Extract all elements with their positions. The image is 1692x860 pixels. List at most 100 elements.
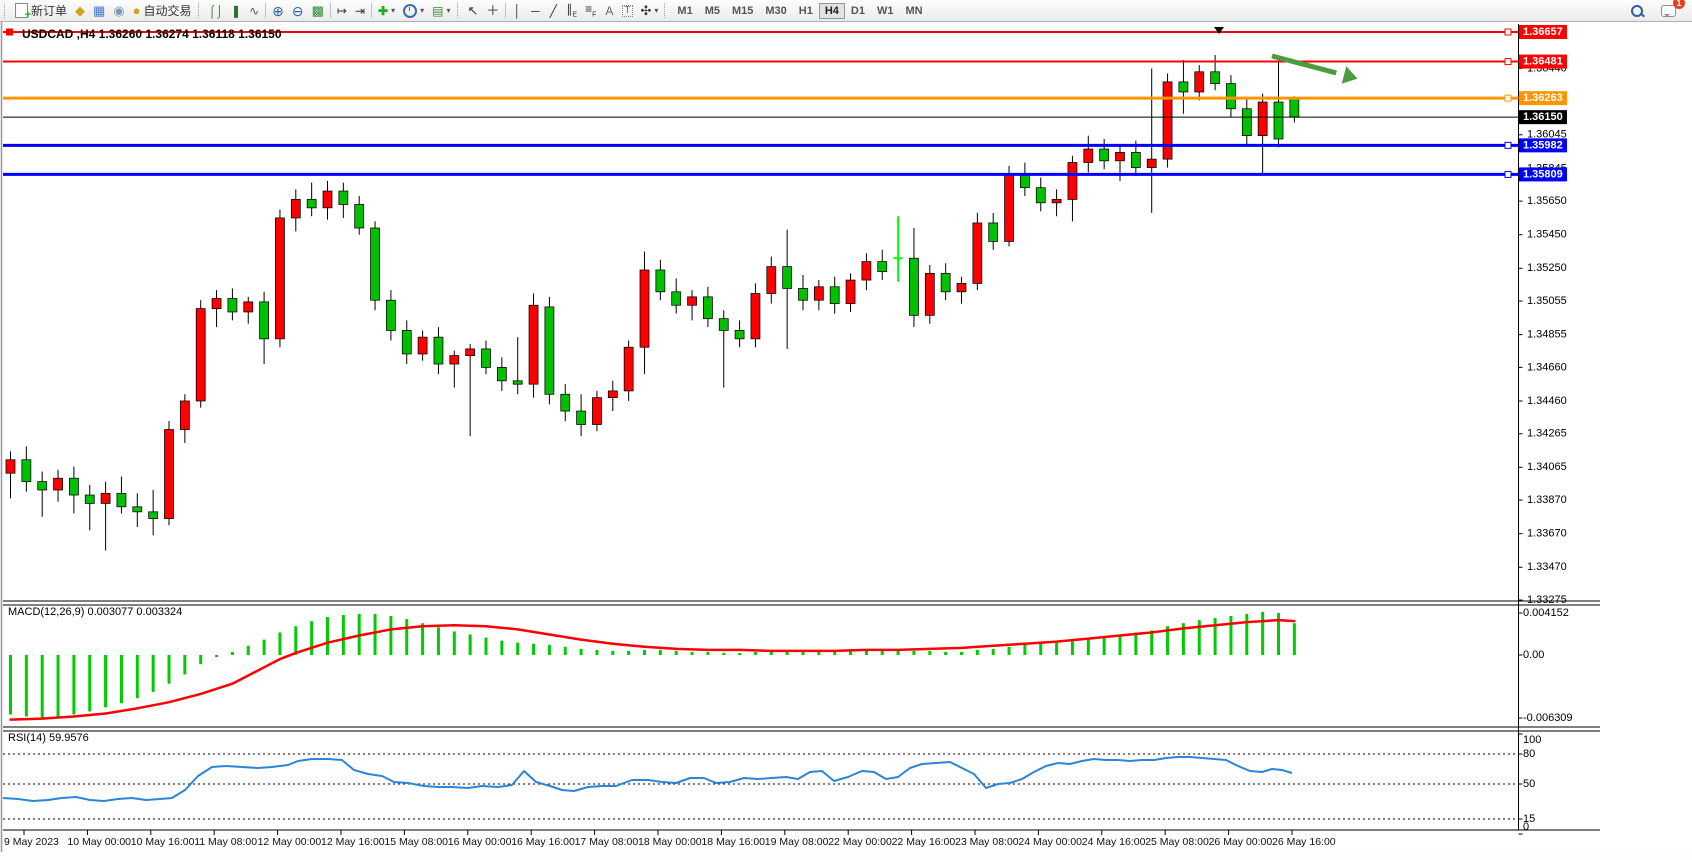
new-order-button[interactable]: + 新订单 bbox=[11, 1, 71, 20]
timeframe-m30-button[interactable]: M30 bbox=[759, 3, 792, 19]
line-handle[interactable] bbox=[1505, 29, 1511, 35]
candle-body bbox=[862, 262, 871, 280]
terminal-button[interactable]: ▦ bbox=[89, 1, 109, 20]
line-chart-mode-button[interactable]: ∿ bbox=[245, 1, 263, 20]
candle-body bbox=[656, 270, 665, 292]
vertical-line-tool-button[interactable]: │ bbox=[508, 1, 526, 20]
candle-body bbox=[1179, 82, 1188, 92]
price-axis-tick: 1.33275 bbox=[1527, 594, 1567, 606]
line-handle[interactable] bbox=[1505, 142, 1511, 148]
arrows-icon: ✣ bbox=[641, 4, 652, 17]
text-label-tool-button[interactable]: T bbox=[618, 1, 636, 20]
candle-body bbox=[846, 280, 855, 304]
candle-body bbox=[1147, 159, 1156, 167]
time-axis-label: 18 May 16:00 bbox=[701, 836, 765, 848]
price-chart-canvas[interactable]: 1.366351.364401.362401.360451.358451.356… bbox=[0, 22, 1692, 860]
timeframe-m15-button[interactable]: M15 bbox=[726, 3, 759, 19]
time-axis-label: 17 May 08:00 bbox=[575, 836, 639, 848]
candle-body bbox=[497, 367, 506, 380]
timeframe-h4-button[interactable]: H4 bbox=[819, 3, 845, 19]
zoom-in-button[interactable]: ⊕ bbox=[268, 1, 288, 20]
bar-chart-icon: ⌠⌡ bbox=[209, 5, 224, 17]
candle-body bbox=[386, 300, 395, 330]
search-icon bbox=[1631, 5, 1643, 17]
gold-horn-icon: ◆ bbox=[75, 4, 85, 17]
indicators-button[interactable]: ✚▾ bbox=[374, 1, 399, 20]
price-tag-label: 1.36150 bbox=[1523, 111, 1563, 123]
candle-body bbox=[196, 309, 205, 401]
line-handle[interactable] bbox=[1505, 59, 1511, 65]
zoom-out-icon: ⊖ bbox=[292, 4, 304, 18]
fibonacci-tool-button[interactable]: ≡F bbox=[581, 1, 600, 20]
search-button[interactable] bbox=[1627, 1, 1647, 20]
candle-body bbox=[1020, 174, 1029, 187]
time-axis-label: 18 May 00:00 bbox=[638, 836, 702, 848]
line-handle[interactable] bbox=[1505, 171, 1511, 177]
templates-button[interactable]: ▤▾ bbox=[428, 1, 454, 20]
time-axis-label: 24 May 16:00 bbox=[1082, 836, 1146, 848]
cursor-tool-button[interactable]: ↖ bbox=[464, 1, 483, 20]
candle-body bbox=[751, 293, 760, 338]
timeframe-group: M1M5M15M30H1H4D1W1MN bbox=[671, 3, 928, 19]
clock-icon bbox=[403, 4, 417, 18]
trendline-tool-button[interactable]: ╱ bbox=[544, 1, 562, 20]
candle-chart-mode-button[interactable]: ❚ bbox=[227, 1, 245, 20]
timeframe-m5-button[interactable]: M5 bbox=[699, 3, 726, 19]
time-axis-label: 26 May 00:00 bbox=[1209, 836, 1273, 848]
separator bbox=[505, 3, 506, 18]
timeframe-mn-button[interactable]: MN bbox=[899, 3, 928, 19]
bar-chart-mode-button[interactable]: ⌠⌡ bbox=[205, 1, 228, 20]
crosshair-icon: ＋ bbox=[486, 4, 499, 17]
candle-body bbox=[339, 191, 348, 204]
time-axis-label: 23 May 08:00 bbox=[955, 836, 1019, 848]
tile-windows-button[interactable]: ▩ bbox=[308, 1, 328, 20]
periods-button[interactable]: ▾ bbox=[399, 1, 428, 20]
timeframe-w1-button[interactable]: W1 bbox=[871, 3, 900, 19]
candle-body bbox=[466, 349, 475, 356]
text-tool-button[interactable]: A bbox=[600, 1, 618, 20]
candle-body bbox=[355, 204, 364, 228]
notifications-button[interactable]: 1 bbox=[1657, 1, 1680, 20]
candle-body bbox=[1052, 199, 1061, 202]
chart-shift-button[interactable]: ⇥ bbox=[351, 1, 369, 20]
timeframe-h1-button[interactable]: H1 bbox=[793, 3, 819, 19]
price-axis-tick: 1.35250 bbox=[1527, 262, 1567, 274]
time-axis-label: 10 May 16:00 bbox=[131, 836, 195, 848]
price-axis-tick: 1.33870 bbox=[1527, 494, 1567, 506]
candle-body bbox=[624, 347, 633, 391]
timeframe-d1-button[interactable]: D1 bbox=[845, 3, 871, 19]
zoom-out-button[interactable]: ⊖ bbox=[288, 1, 308, 20]
arrows-tool-button[interactable]: ✣▾ bbox=[637, 1, 663, 20]
price-axis-tick: 1.35055 bbox=[1527, 295, 1567, 307]
candle-body bbox=[1226, 84, 1235, 109]
channel-tool-button[interactable]: ∥E bbox=[562, 1, 581, 20]
auto-scroll-button[interactable]: ↦ bbox=[333, 1, 351, 20]
signals-button[interactable]: ◉ bbox=[109, 1, 128, 20]
candle-body bbox=[577, 411, 586, 424]
candle-body bbox=[688, 297, 697, 305]
candle-body bbox=[941, 273, 950, 291]
timeframe-m1-button[interactable]: M1 bbox=[671, 3, 698, 19]
toolbar: + 新订单 ◆ ▦ ◉ ● 自动交易 ⌠⌡ ❚ ∿ ⊕ ⊖ ▩ ↦ ⇥ ✚▾ ▾… bbox=[0, 0, 1692, 22]
candle-body bbox=[323, 191, 332, 208]
candle-body bbox=[101, 493, 110, 503]
line-handle[interactable] bbox=[1505, 95, 1511, 101]
chart-title: USDCAD ,H4 1.36260 1.36274 1.36118 1.361… bbox=[22, 27, 282, 41]
market-watch-button[interactable]: ◆ bbox=[71, 1, 89, 20]
candle-body bbox=[212, 299, 221, 309]
line-handle[interactable] bbox=[6, 29, 13, 36]
dropdown-arrow-icon: ▾ bbox=[420, 7, 424, 15]
candle-body bbox=[830, 287, 839, 304]
group-grip bbox=[457, 3, 462, 18]
candle-body bbox=[735, 330, 744, 338]
candle-body bbox=[180, 401, 189, 430]
autotrade-button[interactable]: ● 自动交易 bbox=[129, 1, 196, 20]
price-axis-tick: 1.34855 bbox=[1527, 329, 1567, 341]
time-axis-label: 16 May 16:00 bbox=[511, 836, 575, 848]
autotrade-label: 自动交易 bbox=[144, 2, 192, 19]
rsi-axis-label: 80 bbox=[1523, 748, 1535, 760]
price-axis-tick: 1.33470 bbox=[1527, 561, 1567, 573]
crosshair-tool-button[interactable]: ＋ bbox=[482, 1, 503, 20]
horizontal-line-tool-button[interactable]: ─ bbox=[526, 1, 544, 20]
trendline-icon: ╱ bbox=[550, 5, 557, 17]
